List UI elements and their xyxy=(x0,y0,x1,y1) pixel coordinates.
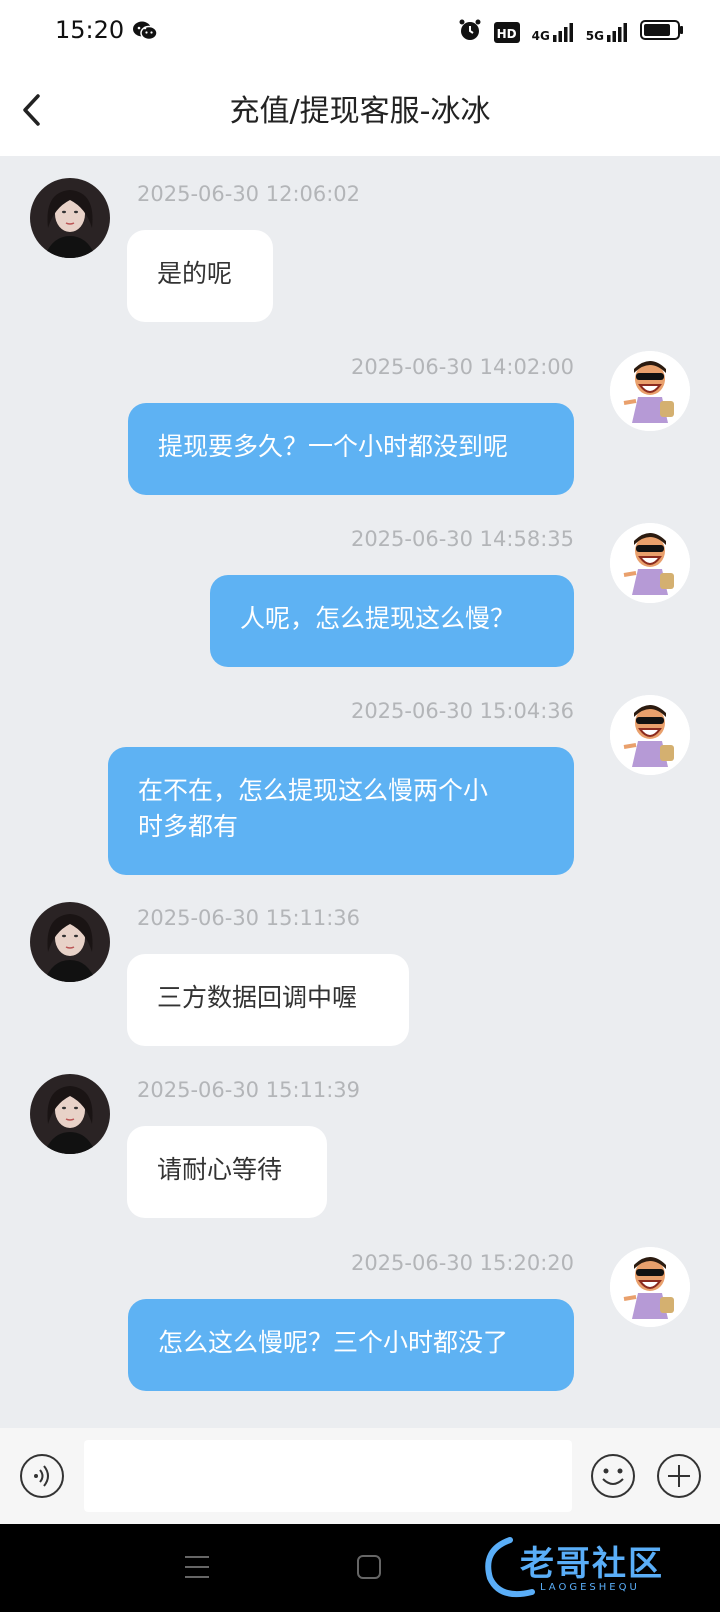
message-text-line: 提现要多久？一个小时都没到呢 xyxy=(158,432,509,461)
watermark-text: 老哥社区 xyxy=(520,1544,664,1584)
outgoing-message: 2025-06-30 14:58:35 人呢，怎么提现这么慢？ xyxy=(0,523,720,695)
message-text-line: 三方数据回调中喔 xyxy=(157,983,358,1012)
message-timestamp: 2025-06-30 12:06:02 xyxy=(137,182,361,206)
signal-icon: 4G xyxy=(532,21,574,43)
user-avatar[interactable] xyxy=(610,1247,690,1327)
message-bubble[interactable]: 是的呢 xyxy=(127,230,273,322)
plus-icon[interactable] xyxy=(656,1453,702,1503)
network-label-2: 5G xyxy=(585,29,604,43)
alarm-icon xyxy=(458,18,482,46)
message-timestamp: 2025-06-30 15:20:20 xyxy=(350,1251,574,1275)
watermark-subtext: LAOGESHEQU xyxy=(540,1582,640,1593)
voice-icon[interactable] xyxy=(19,1453,65,1503)
hd-label: HD xyxy=(496,26,517,41)
message-text-line: 时多都有 xyxy=(138,812,239,841)
user-avatar[interactable] xyxy=(610,523,690,603)
message-bubble[interactable]: 在不在，怎么提现这么慢两个小 时多都有 xyxy=(108,747,574,875)
message-bubble[interactable]: 怎么这么慢呢？三个小时都没了 xyxy=(128,1299,574,1391)
network-label-1: 4G xyxy=(531,29,550,43)
message-list[interactable]: 2025-06-30 12:06:02 是的呢 2025-06-30 14:02:0… xyxy=(0,156,720,1428)
outgoing-message: 2025-06-30 15:20:20 怎么这么慢呢？三个小时都没了 xyxy=(0,1247,720,1419)
message-bubble[interactable]: 人呢，怎么提现这么慢？ xyxy=(210,575,574,667)
agent-avatar[interactable] xyxy=(30,902,110,982)
signal-icon: 5G xyxy=(586,21,628,43)
chat-header: 充值/提现客服-冰冰 xyxy=(0,64,720,156)
message-bubble[interactable]: 请耐心等待 xyxy=(127,1126,327,1218)
user-avatar[interactable] xyxy=(610,351,690,431)
status-bar: 15:20 HD 4G 5G xyxy=(0,0,720,64)
message-text-line: 是的呢 xyxy=(157,259,233,288)
message-timestamp: 2025-06-30 14:02:00 xyxy=(350,355,574,379)
agent-avatar[interactable] xyxy=(30,178,110,258)
message-text-line: 怎么这么慢呢？三个小时都没了 xyxy=(158,1328,509,1357)
wechat-icon xyxy=(132,20,158,46)
status-time: 15:20 xyxy=(55,16,125,44)
home-icon[interactable] xyxy=(356,1554,382,1584)
incoming-message: 2025-06-30 15:11:39 请耐心等待 xyxy=(0,1074,720,1246)
message-timestamp: 2025-06-30 15:04:36 xyxy=(350,699,574,723)
message-input[interactable] xyxy=(84,1440,572,1512)
message-text-line: 在不在，怎么提现这么慢两个小 xyxy=(138,776,489,805)
menu-icon[interactable] xyxy=(183,1554,211,1584)
system-nav-bar: 老哥社区 LAOGESHEQU xyxy=(0,1524,720,1612)
page-title: 充值/提现客服-冰冰 xyxy=(229,94,491,129)
incoming-message: 2025-06-30 15:11:36 三方数据回调中喔 xyxy=(0,902,720,1074)
message-text-line: 人呢，怎么提现这么慢？ xyxy=(240,604,516,633)
message-bubble[interactable]: 三方数据回调中喔 xyxy=(127,954,409,1046)
outgoing-message: 2025-06-30 14:02:00 提现要多久？一个小时都没到呢 xyxy=(0,351,720,523)
emoji-icon[interactable] xyxy=(590,1453,636,1503)
user-avatar[interactable] xyxy=(610,695,690,775)
message-timestamp: 2025-06-30 15:11:36 xyxy=(137,906,361,930)
incoming-message: 2025-06-30 12:06:02 是的呢 xyxy=(0,178,720,350)
message-timestamp: 2025-06-30 14:58:35 xyxy=(350,527,574,551)
battery-icon xyxy=(640,19,684,45)
agent-avatar[interactable] xyxy=(30,1074,110,1154)
message-bubble[interactable]: 提现要多久？一个小时都没到呢 xyxy=(128,403,574,495)
watermark-logo: 老哥社区 LAOGESHEQU xyxy=(480,1530,710,1606)
hd-icon: HD xyxy=(493,21,520,43)
message-timestamp: 2025-06-30 15:11:39 xyxy=(137,1078,361,1102)
input-bar xyxy=(0,1428,720,1524)
message-text-line: 请耐心等待 xyxy=(157,1155,283,1184)
outgoing-message: 2025-06-30 15:04:36 在不在，怎么提现这么慢两个小 时多都有 xyxy=(0,695,720,903)
